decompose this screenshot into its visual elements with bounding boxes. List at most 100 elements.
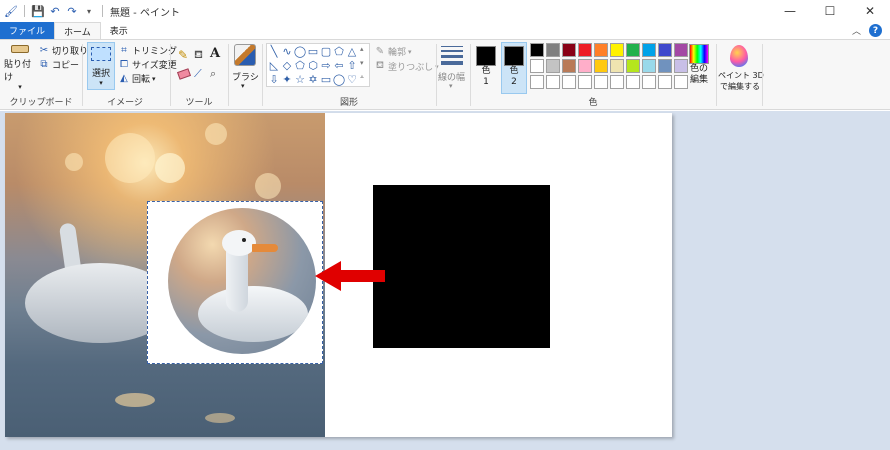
brushes-button[interactable]: ブラシ ▾ <box>228 40 262 110</box>
polygon-shape-icon[interactable]: ⬠ <box>333 45 345 58</box>
line-shape-icon[interactable]: ╲ <box>268 45 280 58</box>
edit-colors-button[interactable]: 色の 編集 <box>684 42 714 92</box>
quick-access-toolbar: 🖌 💾 ↶ ↷ ▾ <box>0 0 106 22</box>
maximize-button[interactable]: ☐ <box>810 0 850 22</box>
color-swatch[interactable] <box>562 43 576 57</box>
color-swatch[interactable] <box>626 75 640 89</box>
color-swatch[interactable] <box>530 59 544 73</box>
color-swatch[interactable] <box>626 43 640 57</box>
undo-icon[interactable]: ↶ <box>48 4 62 18</box>
diamond-shape-icon[interactable]: ◇ <box>281 59 293 72</box>
save-icon[interactable]: 💾 <box>31 4 45 18</box>
image-group: 選択 ▾ ⌗ トリミング ⧠ サイズ変更 ◭ 回転 ▾ イメージ <box>82 40 177 110</box>
outline-button[interactable]: ✎ 輪郭 ▾ <box>374 45 412 58</box>
gallery-scroll-up-icon[interactable]: ▴ <box>360 45 364 53</box>
size-button[interactable]: 線の幅 ▾ <box>436 40 468 110</box>
paste-button[interactable]: 貼り付け ▾ <box>4 43 36 91</box>
curve-shape-icon[interactable]: ∿ <box>281 45 293 58</box>
pencil-icon[interactable]: ✎ <box>178 48 188 62</box>
cut-button[interactable]: ✂ 切り取り <box>38 44 88 57</box>
fill-button[interactable]: ⛾ 塗りつぶし ▾ <box>374 60 439 73</box>
collapse-ribbon-icon[interactable]: ︿ <box>852 24 861 37</box>
resize-button[interactable]: ⧠ サイズ変更 <box>118 58 177 71</box>
color-swatch[interactable] <box>530 75 544 89</box>
magnifier-icon[interactable]: ⌕ <box>210 67 216 81</box>
customize-toolbar-icon[interactable]: ▾ <box>82 4 96 18</box>
callout-rectangle-shape-icon[interactable]: ▭ <box>320 73 332 86</box>
text-icon[interactable]: A <box>210 46 220 61</box>
color-swatch[interactable] <box>578 75 592 89</box>
eraser-icon[interactable] <box>176 68 192 80</box>
left-arrow-shape-icon[interactable]: ⇦ <box>333 59 345 72</box>
hexagon-shape-icon[interactable]: ⬡ <box>307 59 319 72</box>
close-button[interactable]: ✕ <box>850 0 890 22</box>
divider <box>24 5 25 17</box>
up-arrow-shape-icon[interactable]: ⇧ <box>346 59 358 72</box>
copy-label: コピー <box>52 61 80 71</box>
gallery-expand-icon[interactable]: ⩡ <box>360 73 364 82</box>
crop-button[interactable]: ⌗ トリミング <box>118 44 177 57</box>
color-swatch[interactable] <box>626 59 640 73</box>
gallery-scroll-down-icon[interactable]: ▾ <box>360 59 364 67</box>
heart-shape-icon[interactable]: ♡ <box>346 73 358 86</box>
oval-shape-icon[interactable]: ◯ <box>294 45 306 58</box>
tab-file[interactable]: ファイル <box>0 22 55 39</box>
rainbow-palette-icon <box>689 44 709 64</box>
copy-icon: ⧉ <box>40 59 48 70</box>
tab-home[interactable]: ホーム <box>54 22 101 39</box>
triangle-shape-icon[interactable]: △ <box>346 45 358 58</box>
five-point-star-shape-icon[interactable]: ☆ <box>294 73 306 86</box>
color-swatch[interactable] <box>546 43 560 57</box>
minimize-button[interactable]: — <box>770 0 810 22</box>
color-swatch[interactable] <box>546 59 560 73</box>
color2-button[interactable]: 色 2 <box>501 42 527 94</box>
color-picker-icon[interactable]: ⟋ <box>194 67 202 81</box>
color-swatch[interactable] <box>610 59 624 73</box>
tab-view[interactable]: 表示 <box>101 22 137 39</box>
color-swatch[interactable] <box>578 59 592 73</box>
four-point-star-shape-icon[interactable]: ✦ <box>281 73 293 86</box>
color-swatch[interactable] <box>642 75 656 89</box>
copy-button[interactable]: ⧉ コピー <box>38 58 79 71</box>
select-button[interactable]: 選択 ▾ <box>87 42 115 90</box>
callout-oval-shape-icon[interactable]: ◯ <box>333 73 345 86</box>
right-triangle-shape-icon[interactable]: ◺ <box>268 59 280 72</box>
color-swatch[interactable] <box>658 59 672 73</box>
color-swatch[interactable] <box>530 43 544 57</box>
title-bar: 🖌 💾 ↶ ↷ ▾ 無題 - ペイント — ☐ ✕ <box>0 0 890 22</box>
selection-box[interactable] <box>147 201 323 364</box>
color-swatch[interactable] <box>610 43 624 57</box>
divider <box>762 44 763 106</box>
circular-cropped-image <box>168 208 316 354</box>
rotate-label: 回転 <box>132 75 151 85</box>
color-swatch[interactable] <box>562 75 576 89</box>
color-swatch[interactable] <box>578 43 592 57</box>
brushes-label: ブラシ <box>232 73 259 83</box>
color-swatch[interactable] <box>610 75 624 89</box>
fill-bucket-icon[interactable]: ⛾ <box>194 48 203 63</box>
color1-button[interactable]: 色 1 <box>473 42 499 94</box>
down-arrow-shape-icon[interactable]: ⇩ <box>268 73 280 86</box>
color-swatch[interactable] <box>594 43 608 57</box>
color-swatch[interactable] <box>642 59 656 73</box>
rectangle-shape-icon[interactable]: ▭ <box>307 45 319 58</box>
pentagon-shape-icon[interactable]: ⬠ <box>294 59 306 72</box>
color-swatch[interactable] <box>562 59 576 73</box>
paint3d-label: ペイント 3D <box>718 71 764 80</box>
right-arrow-shape-icon[interactable]: ⇨ <box>320 59 332 72</box>
color-swatch[interactable] <box>546 75 560 89</box>
rounded-rectangle-shape-icon[interactable]: ▢ <box>320 45 332 58</box>
help-icon[interactable]: ? <box>869 24 882 37</box>
color-swatch[interactable] <box>594 59 608 73</box>
rotate-button[interactable]: ◭ 回転 ▾ <box>118 72 155 85</box>
ribbon-tabs: ファイル ホーム 表示 ︿ ? <box>0 22 890 39</box>
six-point-star-shape-icon[interactable]: ✡ <box>307 73 319 86</box>
redo-icon[interactable]: ↷ <box>65 4 79 18</box>
drawing-canvas[interactable] <box>5 113 672 437</box>
color-swatch[interactable] <box>642 43 656 57</box>
edit-with-paint3d-button[interactable]: ペイント 3D で編集する <box>716 40 764 110</box>
chevron-down-icon: ▾ <box>449 82 453 90</box>
color-swatch[interactable] <box>658 43 672 57</box>
color-swatch[interactable] <box>658 75 672 89</box>
color-swatch[interactable] <box>594 75 608 89</box>
